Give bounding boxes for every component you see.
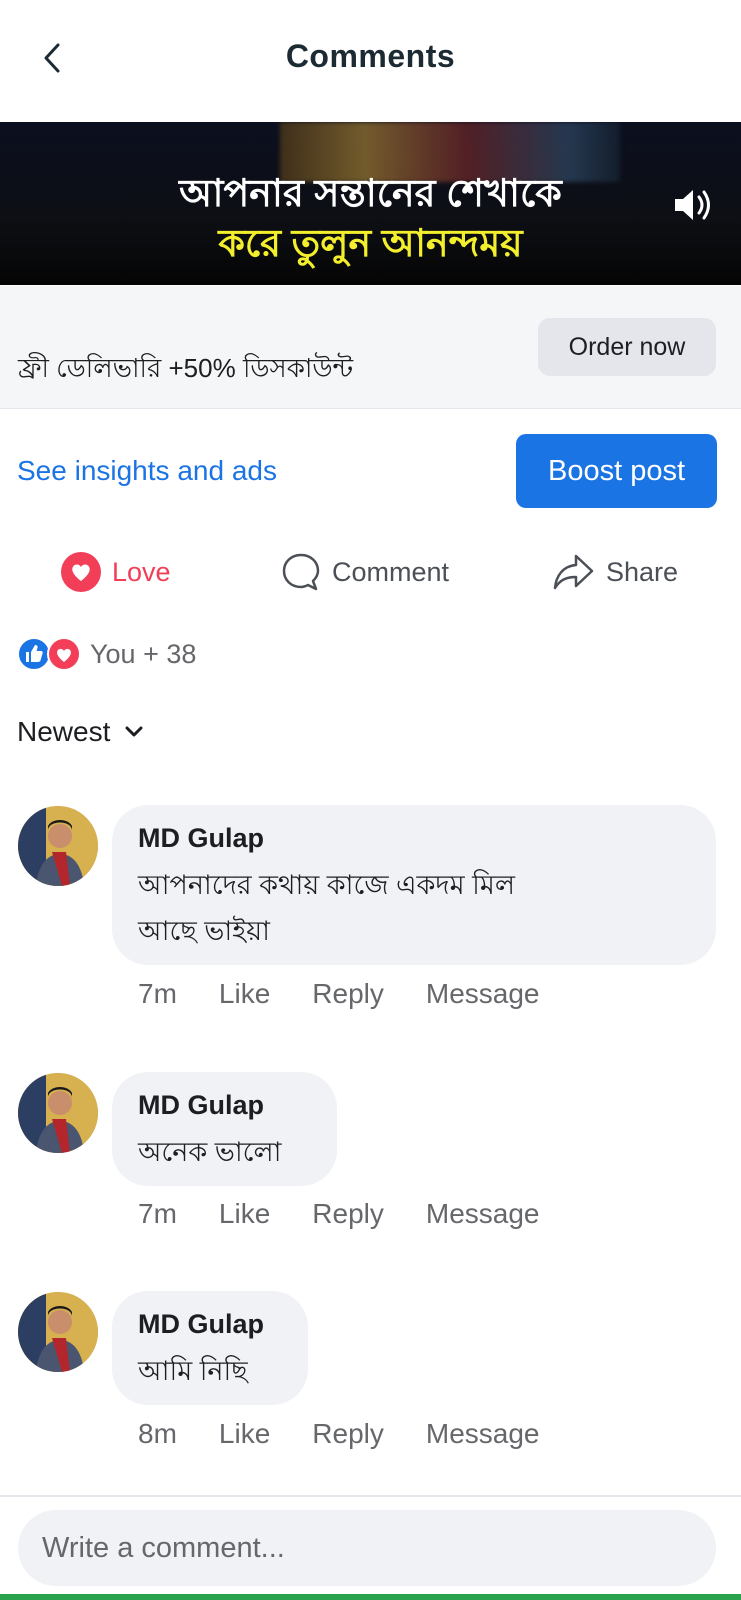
comment-time: 7m: [138, 978, 177, 1009]
post-action-bar: Love Comment Share: [0, 545, 741, 599]
ad-cta-strip: ফ্রী ডেলিভারি +50% ডিসকাউন্ট Order now: [0, 286, 741, 408]
divider: [0, 408, 741, 409]
page-title: Comments: [285, 38, 456, 74]
comment-button[interactable]: Comment: [280, 545, 449, 599]
avatar[interactable]: [18, 1292, 98, 1372]
reply-link[interactable]: Reply: [312, 978, 384, 1010]
order-now-button[interactable]: Order now: [538, 318, 716, 376]
video-caption-line2: করে তুলুন আনন্দময়: [218, 223, 523, 265]
comment-text-line: আছে ভাইয়া: [138, 916, 270, 946]
video-player[interactable]: আপনার সন্তানের শেখাকে করে তুলুন আনন্দময়: [0, 122, 741, 285]
boost-post-button[interactable]: Boost post: [516, 434, 717, 508]
avatar-image: [18, 1292, 98, 1372]
reactions-summary[interactable]: You + 38: [16, 636, 196, 672]
reply-link[interactable]: Reply: [312, 1198, 384, 1230]
share-arrow-icon: [553, 554, 594, 590]
comment-bubble[interactable]: MD Gulap আপনাদের কথায় কাজে একদম মিল আছে…: [112, 805, 716, 965]
like-link[interactable]: Like: [219, 1198, 270, 1230]
share-button[interactable]: Share: [552, 545, 678, 599]
sort-dropdown[interactable]: Newest: [17, 716, 148, 748]
comment-time: 7m: [138, 1198, 177, 1229]
comment-author[interactable]: MD Gulap: [138, 1309, 282, 1340]
bottom-edge: [0, 1594, 741, 1600]
composer-divider: [0, 1495, 741, 1497]
message-link[interactable]: Message: [426, 978, 540, 1010]
ad-promo-text: ফ্রী ডেলিভারি +50% ডিসকাউন্ট: [18, 353, 354, 383]
comment-author[interactable]: MD Gulap: [138, 823, 690, 854]
speaker-icon: [675, 190, 710, 220]
mute-toggle-button[interactable]: [669, 180, 719, 230]
comment-bubble[interactable]: MD Gulap আমি নিছি: [112, 1291, 308, 1405]
comment-author[interactable]: MD Gulap: [138, 1090, 311, 1121]
comment-text: আপনাদের কথায় কাজে একদম মিল আছে ভাইয়া: [138, 862, 690, 954]
comment-text-line: আপনাদের কথায় কাজে একদম মিল: [138, 870, 515, 900]
comment-input[interactable]: [18, 1510, 716, 1586]
comment-label: Comment: [332, 556, 450, 587]
comment-bubble-icon: [282, 553, 320, 591]
love-reaction-icon: [47, 637, 81, 671]
comment-text: আমি নিছি: [138, 1356, 248, 1386]
love-button[interactable]: Love: [60, 545, 171, 599]
header-bar: Comments: [0, 0, 741, 120]
avatar-image: [18, 1073, 98, 1153]
comment-time: 8m: [138, 1418, 177, 1449]
comment-meta: 7m Like Reply Message: [138, 1198, 582, 1230]
comment-meta: 8m Like Reply Message: [138, 1418, 582, 1450]
message-link[interactable]: Message: [426, 1198, 540, 1230]
share-label: Share: [606, 556, 679, 587]
avatar[interactable]: [18, 1073, 98, 1153]
sort-label: Newest: [17, 716, 111, 747]
reactions-count: You + 38: [90, 638, 197, 669]
like-link[interactable]: Like: [219, 1418, 270, 1450]
love-label: Love: [112, 556, 171, 587]
avatar[interactable]: [18, 806, 98, 886]
see-insights-link[interactable]: See insights and ads: [17, 455, 277, 487]
comment-bubble[interactable]: MD Gulap অনেক ভালো: [112, 1072, 337, 1186]
heart-reaction-icon: [61, 552, 101, 592]
like-link[interactable]: Like: [219, 978, 270, 1010]
message-link[interactable]: Message: [426, 1418, 540, 1450]
comment-meta: 7m Like Reply Message: [138, 978, 582, 1010]
comment-text: অনেক ভালো: [138, 1137, 282, 1167]
chevron-down-icon: [125, 726, 143, 737]
avatar-image: [18, 806, 98, 886]
reply-link[interactable]: Reply: [312, 1418, 384, 1450]
